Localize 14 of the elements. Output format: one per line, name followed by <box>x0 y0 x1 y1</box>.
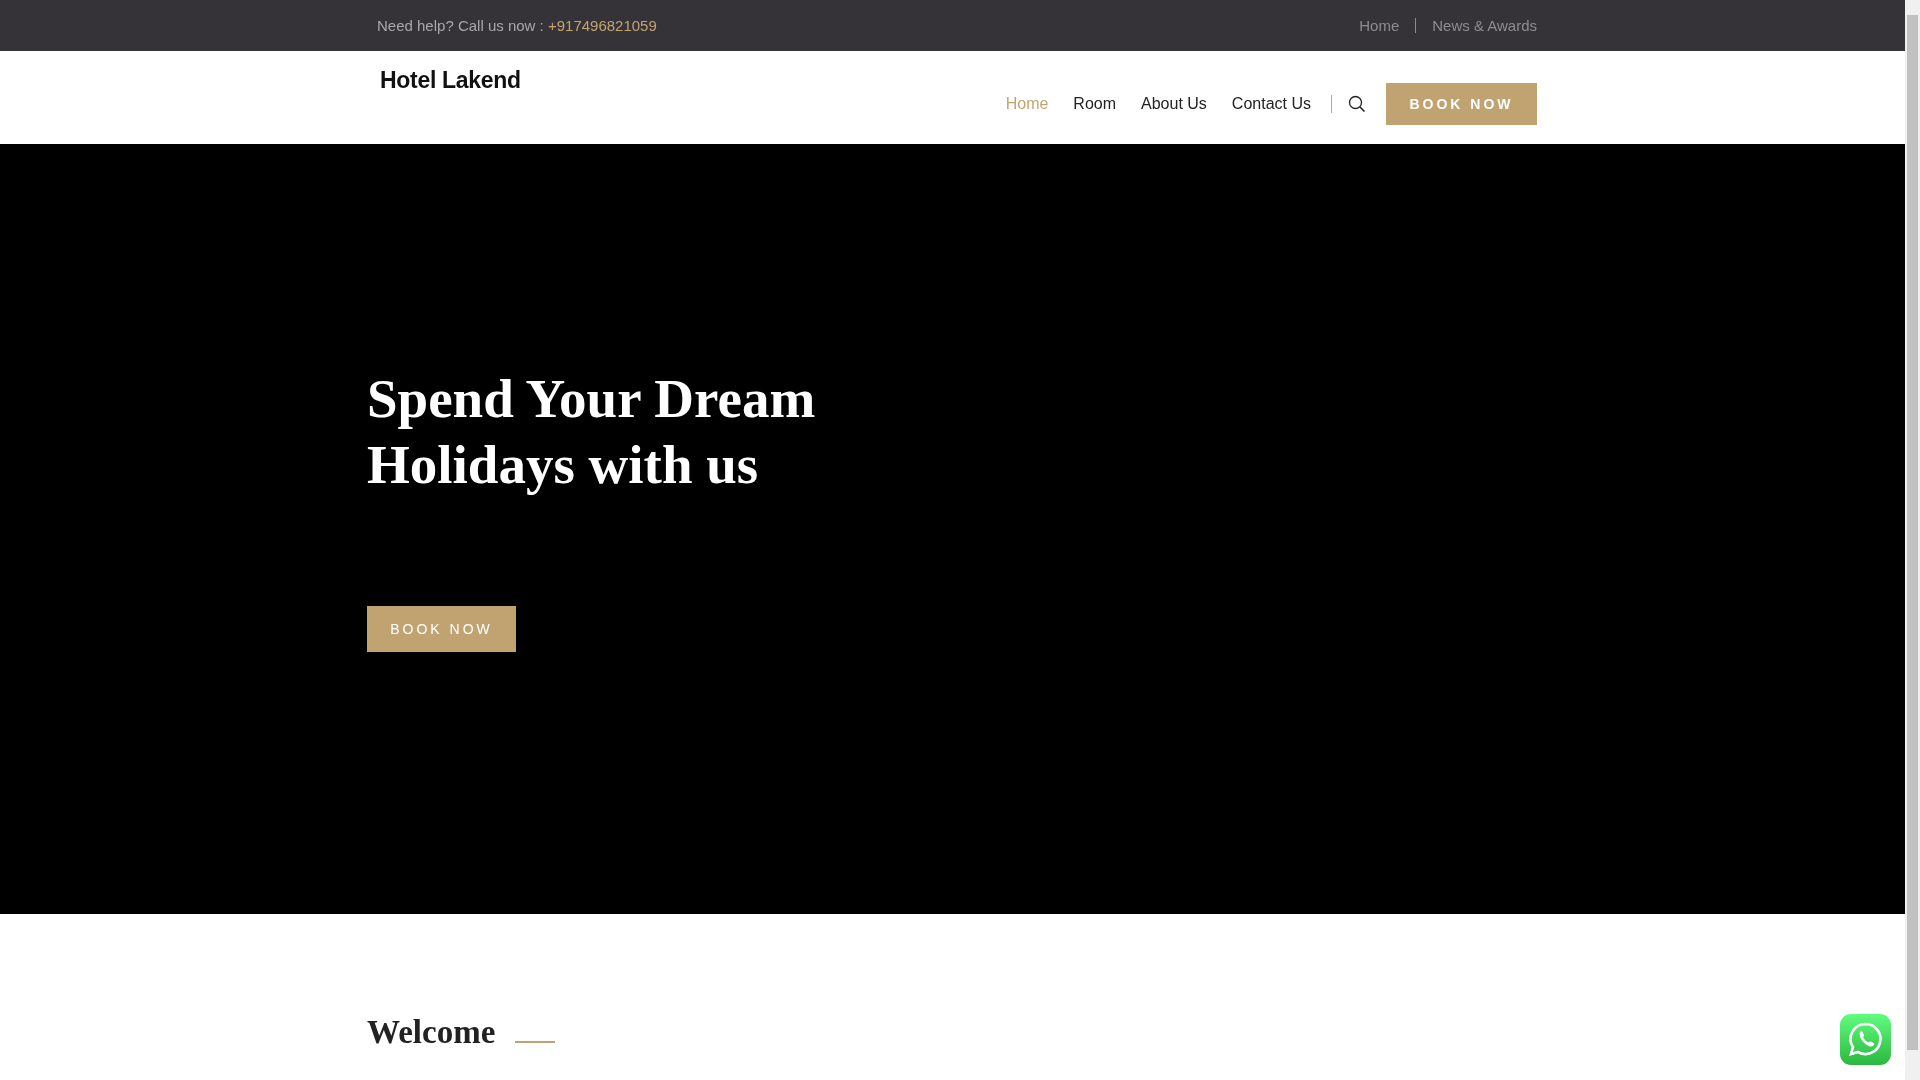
section-heading: Welcome <box>367 1014 496 1051</box>
scrollbar[interactable] <box>1905 0 1920 1080</box>
nav-link[interactable]: Contact Us <box>1231 95 1311 113</box>
heading-underline <box>515 1041 556 1043</box>
hero-title: Spend Your Dream Holidays with us <box>367 367 817 497</box>
chat-icon[interactable] <box>1840 1014 1891 1065</box>
logo[interactable]: Hotel Lakend <box>380 67 521 94</box>
nav-link[interactable]: Room <box>1073 95 1117 113</box>
top-link[interactable]: Home <box>1343 18 1416 33</box>
help-text: Need help? Call us now : +917496821059 <box>377 17 657 34</box>
top-link[interactable]: News & Awards <box>1415 18 1537 33</box>
search-icon[interactable] <box>1348 95 1366 113</box>
phone-link[interactable]: +917496821059 <box>547 17 657 34</box>
nav-link[interactable]: About Us <box>1141 95 1207 113</box>
